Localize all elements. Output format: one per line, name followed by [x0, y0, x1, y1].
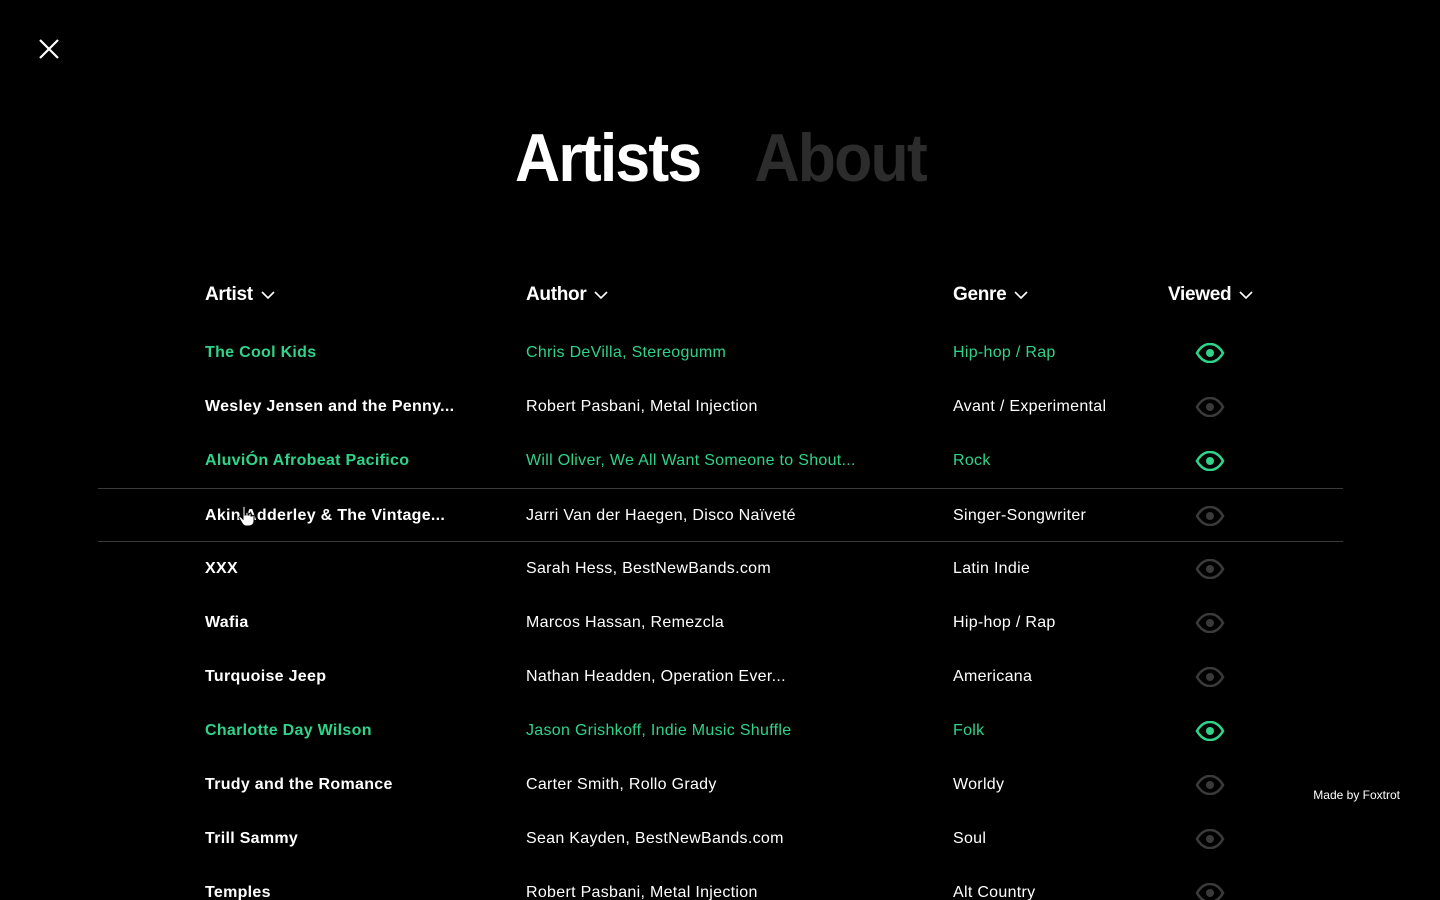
table-row[interactable]: Wafia Marcos Hassan, Remezcla Hip-hop / Ra… — [98, 596, 1343, 650]
author-name: Carter Smith, Rollo Grady — [526, 776, 717, 793]
author-name: Nathan Headden, Operation Ever... — [526, 668, 786, 685]
table-row[interactable]: Turquoise Jeep Nathan Headden, Operation … — [98, 650, 1343, 704]
viewed-indicator — [1195, 704, 1225, 758]
table-row[interactable]: Trill Sammy Sean Kayden, BestNewBands.com… — [98, 812, 1343, 866]
author-name: Robert Pasbani, Metal Injection — [526, 884, 758, 900]
genre-label: Soul — [953, 830, 987, 847]
artist-name[interactable]: Turquoise Jeep — [205, 650, 326, 704]
table-row[interactable]: Charlotte Day Wilson Jason Grishkoff, Ind… — [98, 704, 1343, 758]
eye-icon — [1195, 775, 1225, 795]
artists-table: Artist Author Genre Viewed The Cool Kids… — [98, 272, 1343, 900]
artist-name[interactable]: Trudy and the Romance — [205, 758, 393, 812]
page: Artists About Artist Author Genre Viewed… — [0, 0, 1440, 900]
genre-label: Latin Indie — [953, 560, 1031, 577]
chevron-down-icon — [261, 291, 275, 300]
table-row[interactable]: Trudy and the Romance Carter Smith, Rollo… — [98, 758, 1343, 812]
author-name: Sarah Hess, BestNewBands.com — [526, 560, 771, 577]
chevron-down-icon — [1014, 291, 1028, 300]
artist-name[interactable]: Wafia — [205, 596, 249, 650]
artist-name[interactable]: XXX — [205, 542, 238, 596]
author-name: Chris DeVilla, Stereogumm — [526, 344, 727, 361]
viewed-indicator — [1195, 596, 1225, 650]
eye-icon — [1195, 829, 1225, 849]
author-name: Jason Grishkoff, Indie Music Shuffle — [526, 722, 792, 739]
author-name: Sean Kayden, BestNewBands.com — [526, 830, 784, 847]
section-tabs: Artists About — [0, 118, 1440, 198]
table-body: The Cool Kids Chris DeVilla, Stereogumm Hi… — [98, 326, 1343, 900]
eye-icon — [1195, 667, 1225, 687]
table-row[interactable]: Wesley Jensen and the Penny... Robert Pas… — [98, 380, 1343, 434]
eye-icon — [1195, 721, 1225, 741]
table-row[interactable]: The Cool Kids Chris DeVilla, Stereogumm Hi… — [98, 326, 1343, 380]
tab-artists[interactable]: Artists — [515, 118, 702, 198]
eye-icon — [1195, 451, 1225, 471]
sort-author-button[interactable]: Author — [526, 284, 609, 306]
sort-artist-button[interactable]: Artist — [205, 284, 275, 306]
table-row[interactable]: Temples Robert Pasbani, Metal Injection Al… — [98, 866, 1343, 900]
artist-name[interactable]: Charlotte Day Wilson — [205, 704, 372, 758]
genre-label: Americana — [953, 668, 1033, 685]
genre-label: Hip-hop / Rap — [953, 614, 1056, 631]
column-header-genre: Genre — [953, 284, 1007, 305]
viewed-indicator — [1195, 758, 1225, 812]
eye-icon — [1195, 883, 1225, 900]
artist-name[interactable]: Trill Sammy — [205, 812, 298, 866]
column-header-artist: Artist — [205, 284, 253, 305]
genre-label: Worldy — [953, 776, 1005, 793]
sort-genre-button[interactable]: Genre — [953, 284, 1028, 306]
table-row[interactable]: Akin Adderley & The Vintage... Jarri Van … — [98, 488, 1343, 542]
eye-icon — [1195, 343, 1225, 363]
hand-cursor-icon — [238, 505, 255, 527]
eye-icon — [1195, 613, 1225, 633]
close-icon — [39, 39, 59, 59]
viewed-indicator — [1195, 812, 1225, 866]
close-button[interactable] — [36, 36, 62, 62]
genre-label: Rock — [953, 452, 991, 469]
viewed-indicator — [1195, 542, 1225, 596]
viewed-indicator — [1195, 434, 1225, 488]
author-name: Marcos Hassan, Remezcla — [526, 614, 725, 631]
table-header: Artist Author Genre Viewed — [98, 272, 1343, 326]
author-name: Robert Pasbani, Metal Injection — [526, 398, 758, 415]
artist-name[interactable]: AluviÓn Afrobeat Pacifico — [205, 434, 409, 488]
viewed-indicator — [1195, 380, 1225, 434]
author-name: Will Oliver, We All Want Someone to Shou… — [526, 452, 856, 469]
viewed-indicator — [1195, 866, 1225, 900]
viewed-indicator — [1195, 326, 1225, 380]
chevron-down-icon — [594, 291, 609, 300]
table-row[interactable]: XXX Sarah Hess, BestNewBands.com Latin Ind… — [98, 542, 1343, 596]
eye-icon — [1195, 559, 1225, 579]
artist-name[interactable]: The Cool Kids — [205, 326, 316, 380]
footer-credit[interactable]: Made by Foxtrot — [1313, 788, 1400, 802]
viewed-indicator — [1195, 489, 1225, 543]
genre-label: Avant / Experimental — [953, 398, 1107, 415]
genre-label: Alt Country — [953, 884, 1036, 900]
tab-about[interactable]: About — [754, 118, 927, 198]
genre-label: Folk — [953, 722, 985, 739]
chevron-down-icon — [1239, 291, 1253, 300]
eye-icon — [1195, 397, 1225, 417]
artist-name[interactable]: Temples — [205, 866, 271, 900]
genre-label: Hip-hop / Rap — [953, 344, 1056, 361]
eye-icon — [1195, 506, 1225, 526]
author-name: Jarri Van der Haegen, Disco Naïveté — [526, 507, 796, 524]
table-row[interactable]: AluviÓn Afrobeat Pacifico Will Oliver, We… — [98, 434, 1343, 488]
column-header-author: Author — [526, 284, 587, 305]
sort-viewed-button[interactable]: Viewed — [1168, 284, 1253, 306]
viewed-indicator — [1195, 650, 1225, 704]
artist-name[interactable]: Wesley Jensen and the Penny... — [205, 380, 454, 434]
column-header-viewed: Viewed — [1168, 284, 1232, 305]
genre-label: Singer-Songwriter — [953, 507, 1087, 524]
